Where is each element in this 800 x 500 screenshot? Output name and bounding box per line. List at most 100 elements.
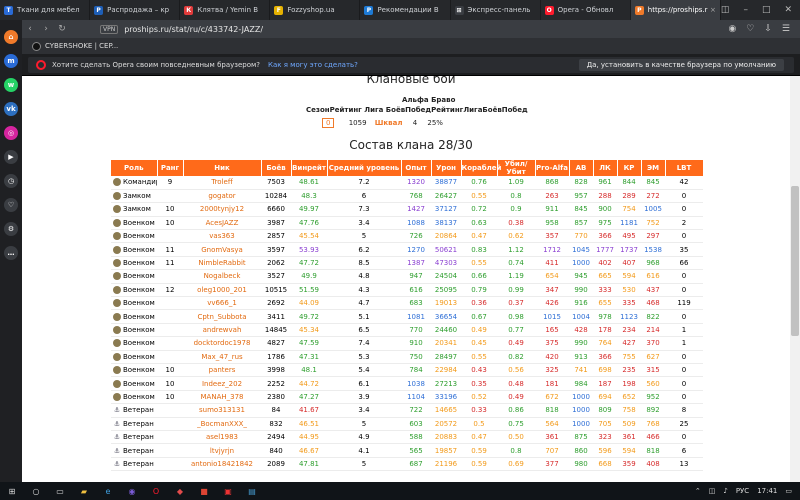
cell-kd: 1.09 [497,176,535,190]
cell-nick[interactable]: vv666_1 [183,296,261,311]
windows-start-icon[interactable]: ⊞ [0,482,24,500]
app2-icon[interactable]: ▣ [216,482,240,500]
minimize-icon[interactable]: – [743,5,748,15]
cell-dmg: 38137 [431,216,461,231]
browser-tab[interactable]: Р Рекомендации В [360,0,451,20]
clan-composition-title: Состав клана 28/30 [349,138,473,152]
cell-nick[interactable]: asel1983 [183,430,261,445]
cell-nick[interactable]: 2000tynjy12 [183,202,261,217]
home-icon[interactable]: ⌂ [4,30,18,44]
cell-nick[interactable]: GnomVasya [183,242,261,257]
cell-nick[interactable]: ltvjyrjn [183,443,261,458]
browser-tab[interactable]: Phttps://proships.r × [630,0,721,20]
cell-nick[interactable]: vas363 [183,229,261,244]
opera-taskbar-icon[interactable]: O [144,482,168,500]
cell-nick[interactable]: docktordoc1978 [183,336,261,351]
cell-nick[interactable]: andrewvah [183,323,261,338]
reload-icon[interactable]: ↻ [54,24,70,34]
bookmark-cybershoke[interactable]: CYBERSHOKE | CEP... [45,42,118,50]
cell-lbt: 0 [665,189,703,204]
file-explorer-icon[interactable]: ▰ [72,482,96,500]
medal-icon [113,272,121,281]
browser-tab[interactable]: К Клятва / Yemin В [180,0,271,20]
cell-battles: 7503 [261,176,291,190]
cell-rank: 10 [157,390,183,405]
medal-icon [113,352,121,361]
cell-av: 428 [569,323,593,338]
cell-battles: 2692 [261,296,291,311]
cell-nick[interactable]: Max_47_rus [183,350,261,364]
edge-icon[interactable]: e [96,482,120,500]
task-view-icon[interactable]: ▭ [48,482,72,500]
history-icon[interactable]: ◷ [4,174,18,188]
cell-nick[interactable]: Troleff [183,176,261,190]
cell-nick[interactable]: oleg1000_201 [183,283,261,298]
volume-icon[interactable]: ♪ [723,487,727,495]
camera-snapshot-icon[interactable]: ◉ [728,24,736,34]
tab-close-icon[interactable]: × [710,6,716,14]
cell-av: 990 [569,283,593,298]
browser-tab[interactable]: O Opera - Обновл [541,0,631,20]
cell-nick[interactable]: MANAH_378 [183,390,261,405]
bookmarks-icon[interactable]: ♡ [4,198,18,212]
browser-tab[interactable]: Р Распродажа – кр [90,0,181,20]
search-icon[interactable]: ○ [24,482,48,500]
download-icon[interactable]: ⇩ [764,24,772,34]
app-icon[interactable]: ◆ [168,482,192,500]
settings-icon[interactable]: ⚙ [4,222,18,236]
cell-nick[interactable]: NimbleRabbit [183,256,261,271]
browser-tab[interactable]: ⊞ Экспресс-панель [451,0,541,20]
cell-nick[interactable]: AcesJAZZ [183,216,261,231]
opera-logo-icon [36,60,46,70]
url-field[interactable]: proships.ru/stat/ru/c/433742-JAZZ/ [124,25,263,34]
forward-icon[interactable]: › [38,24,54,34]
cell-dmg: 14665 [431,403,461,418]
scrollbar-thumb[interactable] [791,186,799,336]
network-icon[interactable]: ◫ [709,487,716,495]
role-label: Военком [123,392,155,401]
vpn-badge[interactable]: VPN [100,24,119,34]
scrollbar[interactable] [790,76,800,482]
cell-nick[interactable]: Nogalbeck [183,269,261,284]
cell-pa: 181 [535,376,569,391]
app3-icon[interactable]: ▤ [240,482,264,500]
notifications-icon[interactable]: ▭ [785,487,792,495]
clock[interactable]: 17:41 [757,487,777,495]
menu-icon[interactable]: ☰ [782,24,790,34]
messenger-icon[interactable]: m [4,54,18,68]
bookmark-heart-icon[interactable]: ♡ [746,24,754,34]
close-icon[interactable]: ✕ [784,5,792,15]
cell-nick[interactable]: sumo313131 [183,403,261,418]
cell-nick[interactable]: gogator [183,189,261,204]
maximize-icon[interactable]: □ [762,5,771,15]
game-icon[interactable]: ■ [192,482,216,500]
cell-nick[interactable]: Cptn_Subbota [183,309,261,324]
cell-battles: 4827 [261,336,291,351]
camera-icon[interactable]: ◫ [721,5,730,15]
viber-icon[interactable]: ◉ [120,482,144,500]
browser-tab[interactable]: F Fozzyshop.ua [270,0,361,20]
cell-nick[interactable]: Indeez_202 [183,376,261,391]
more-icon[interactable]: … [4,246,18,260]
cell-role: Военком [111,363,157,378]
cell-role: Военком [111,269,157,284]
cell-em: 768 [641,417,665,431]
browser-tab[interactable]: Т Ткани для мебел [0,0,91,20]
cell-nick[interactable]: panters [183,363,261,378]
cell-lbt: 0 [665,309,703,324]
language-indicator[interactable]: РУС [736,487,749,495]
table-row: Военком 11 NimbleRabbit 2062 47.72 8.5 1387 473… [111,256,703,271]
set-default-button[interactable]: Да, установить в качестве браузера по ум… [578,59,784,71]
notification-link[interactable]: Как я могу это сделать? [268,61,358,69]
column-header[interactable]: Роль [111,160,158,176]
vk-icon[interactable]: vk [4,102,18,116]
cell-nick[interactable]: _BocmanXXX_ [183,417,261,431]
cell-battles: 2062 [261,256,291,271]
player-icon[interactable]: ▶ [4,150,18,164]
cell-nick[interactable]: antonio18421842 [183,457,261,472]
table-row: Военком 12 oleg1000_201 10515 51.59 4.3 616 250… [111,283,703,298]
instagram-icon[interactable]: ◎ [4,126,18,140]
back-icon[interactable]: ‹ [22,24,38,34]
whatsapp-icon[interactable]: w [4,78,18,92]
tray-chevron-icon[interactable]: ⌃ [695,487,701,495]
